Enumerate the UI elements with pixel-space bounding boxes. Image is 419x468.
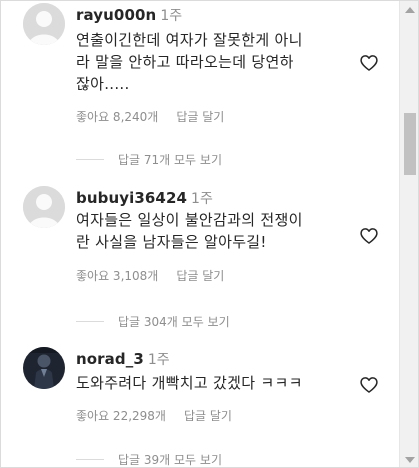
user-avatar[interactable] (23, 347, 65, 389)
like-count[interactable]: 좋아요 8,240개 (76, 110, 158, 124)
comment-text: 도와주려다 개빡치고 갔겠다 ㅋㅋㅋ (76, 374, 303, 392)
like-count[interactable]: 좋아요 22,298개 (76, 409, 166, 423)
scroll-up-arrow-icon[interactable] (405, 7, 415, 13)
reply-button[interactable]: 답글 달기 (184, 409, 232, 423)
divider-line (76, 321, 104, 322)
reply-button[interactable]: 답글 달기 (176, 269, 224, 283)
comment-header: rayu000n 1주 (76, 5, 182, 26)
like-count[interactable]: 좋아요 3,108개 (76, 269, 158, 283)
comment-username[interactable]: norad_3 (76, 350, 144, 368)
heart-outline-icon[interactable] (359, 375, 379, 395)
scrollbar-thumb[interactable] (404, 113, 416, 175)
comment-text: 여자들은 일상이 불안감과의 전쟁이 란 사실을 남자들은 알아두길! (76, 211, 303, 251)
comment-meta: 좋아요 8,240개 답글 달기 (76, 108, 236, 125)
view-replies-button[interactable]: 답글 39개 모두 보기 (76, 451, 222, 467)
comments-panel: rayu000n 1주 연출이긴한데 여자가 잘못한게 아니 라 말을 안하고 따… (0, 0, 419, 468)
view-replies-label: 답글 39개 모두 보기 (118, 453, 222, 467)
comment-header: bubuyi36424 1주 (76, 188, 213, 209)
view-replies-label: 답글 71개 모두 보기 (118, 153, 222, 167)
comment-meta: 좋아요 22,298개 답글 달기 (76, 407, 244, 424)
heart-outline-icon[interactable] (359, 226, 379, 246)
divider-line (76, 459, 104, 460)
scroll-down-arrow-icon[interactable] (405, 457, 415, 463)
comment-text: 연출이긴한데 여자가 잘못한게 아니 라 말을 안하고 따라오는데 당연하 잖아… (76, 31, 303, 93)
user-avatar[interactable] (23, 3, 65, 45)
user-avatar[interactable] (23, 186, 65, 228)
comment-username[interactable]: bubuyi36424 (76, 189, 187, 207)
heart-outline-icon[interactable] (359, 53, 379, 73)
comment-username[interactable]: rayu000n (76, 6, 156, 24)
comment-time[interactable]: 1주 (191, 191, 213, 207)
comment-time[interactable]: 1주 (160, 8, 182, 24)
divider-line (76, 159, 104, 160)
scrollbar[interactable] (399, 1, 418, 467)
comment-time[interactable]: 1주 (148, 352, 170, 368)
view-replies-button[interactable]: 답글 304개 모두 보기 (76, 313, 230, 330)
view-replies-label: 답글 304개 모두 보기 (118, 315, 230, 329)
reply-button[interactable]: 답글 달기 (176, 110, 224, 124)
view-replies-button[interactable]: 답글 71개 모두 보기 (76, 151, 222, 168)
comment-list: rayu000n 1주 연출이긴한데 여자가 잘못한게 아니 라 말을 안하고 따… (1, 1, 399, 467)
comment-meta: 좋아요 3,108개 답글 달기 (76, 267, 236, 284)
comment-header: norad_3 1주 (76, 349, 170, 370)
